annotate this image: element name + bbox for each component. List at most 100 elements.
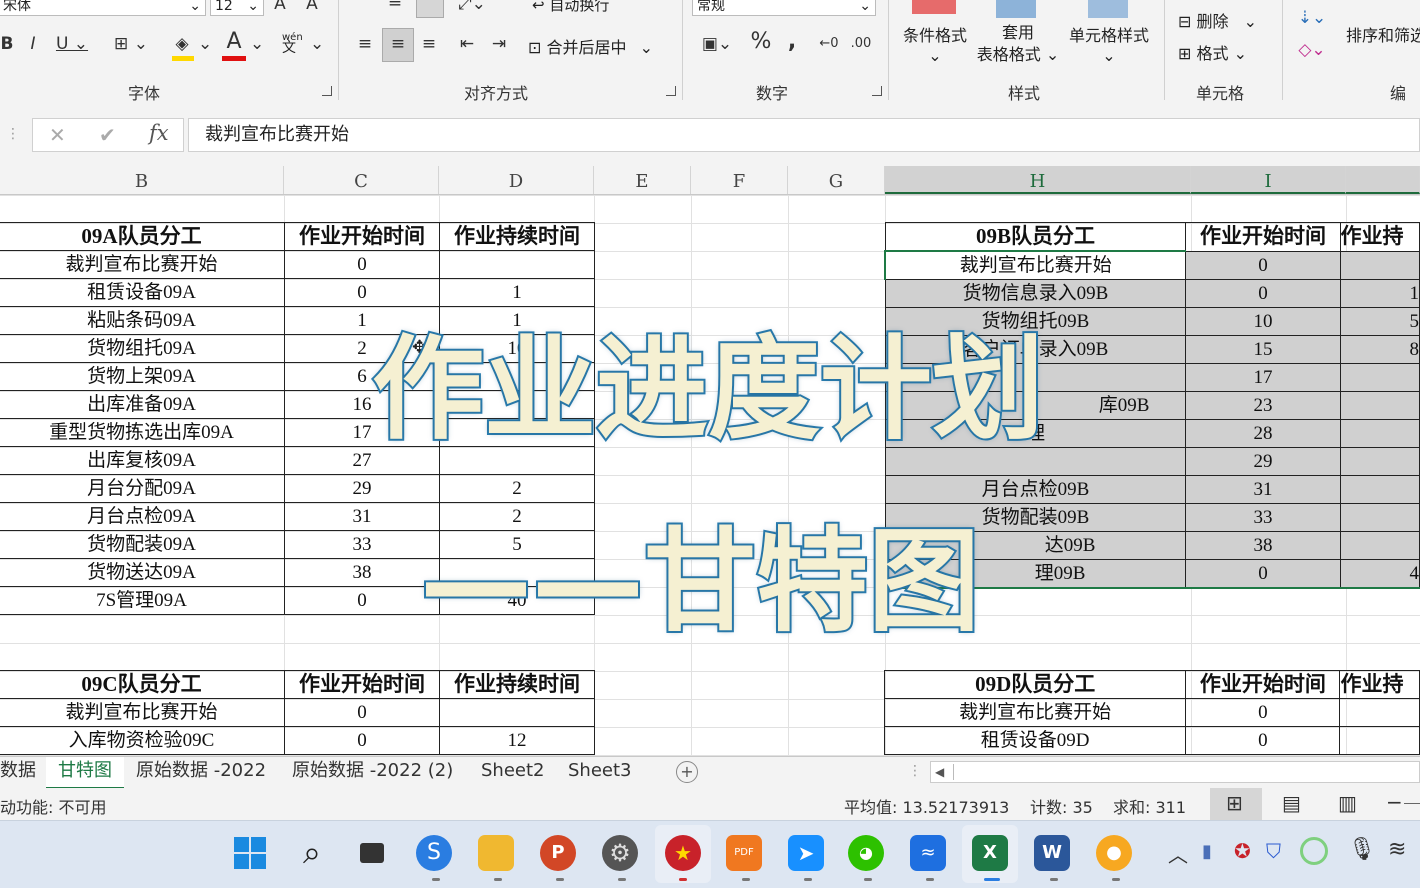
cell[interactable]: 月台点检09B xyxy=(884,475,1187,504)
header-cell[interactable]: 09C队员分工 xyxy=(0,670,285,699)
normal-view-button[interactable]: ⊞ xyxy=(1210,788,1262,820)
header-cell[interactable]: 作业持 xyxy=(1339,222,1420,252)
header-cell[interactable]: 作业持续时间 xyxy=(439,670,595,699)
header-cell[interactable]: 作业开始时间 xyxy=(284,222,440,251)
header-cell[interactable]: 09A队员分工 xyxy=(0,222,285,251)
cell[interactable]: 货物信息录入09B xyxy=(884,279,1187,308)
usb-tray-icon[interactable]: ▮ xyxy=(1202,841,1212,862)
cell[interactable]: 0 xyxy=(284,586,440,615)
header-cell[interactable]: 作业持续时间 xyxy=(439,222,595,251)
cell[interactable]: 粘贴条码09A xyxy=(0,306,285,335)
cell[interactable]: 15 xyxy=(1185,335,1341,364)
cell[interactable]: 28 xyxy=(1185,419,1341,448)
cell[interactable] xyxy=(1339,531,1420,560)
cell[interactable]: 38 xyxy=(1185,531,1341,560)
recorder-app-icon[interactable]: ● xyxy=(1096,835,1132,871)
cell[interactable]: 0 xyxy=(284,250,440,279)
cell[interactable]: 8 xyxy=(1339,335,1420,364)
zoom-slider[interactable] xyxy=(1404,803,1420,804)
percent-icon[interactable]: % xyxy=(748,30,774,54)
powerpoint-icon[interactable]: P xyxy=(540,835,576,871)
feishu-icon[interactable]: ➤ xyxy=(788,835,824,871)
fill-color-button[interactable]: ◈ ⌄ xyxy=(170,30,214,61)
grow-font-icon[interactable]: A xyxy=(268,0,292,16)
insert-function-icon[interactable]: fx xyxy=(149,121,169,145)
bold-icon[interactable]: B xyxy=(0,32,14,56)
align-top-icon[interactable]: ≡ xyxy=(382,0,408,14)
column-header-e[interactable]: E xyxy=(594,166,691,194)
comma-style-icon[interactable]: , xyxy=(782,30,802,54)
cell[interactable]: 0 xyxy=(284,278,440,307)
cell[interactable]: 0 xyxy=(1185,698,1341,727)
cell[interactable]: 7S管理09A xyxy=(0,586,285,615)
cell[interactable]: 5 xyxy=(1339,307,1420,336)
tab-split-grip-icon[interactable]: ⋮ xyxy=(908,763,922,779)
worksheet-grid[interactable]: 09A队员分工 作业开始时间 作业持续时间 裁判宣布比赛开始 0 租赁设备09A 0 1 … xyxy=(0,195,1420,756)
tencent-meeting-icon[interactable]: ≈ xyxy=(910,835,946,871)
tab-sheet2[interactable]: Sheet2 xyxy=(481,757,545,787)
cell[interactable]: 1 xyxy=(439,278,595,307)
scrollbar-thumb[interactable] xyxy=(953,764,1414,780)
italic-icon[interactable]: I xyxy=(22,32,44,56)
column-header-f[interactable]: F xyxy=(691,166,788,194)
header-cell[interactable]: 作业开始时间 xyxy=(284,670,440,699)
font-dialog-launcher-icon[interactable] xyxy=(322,86,332,96)
cell[interactable]: 29 xyxy=(284,474,440,503)
align-middle-icon[interactable] xyxy=(416,0,444,18)
cell[interactable] xyxy=(1339,726,1420,755)
column-header-b[interactable]: B xyxy=(0,166,284,194)
font-color-button[interactable]: A ⌄ xyxy=(220,30,266,61)
emblem-app-icon[interactable]: ★ xyxy=(665,835,701,871)
cell[interactable]: 0 xyxy=(284,726,440,755)
cell[interactable]: 0 xyxy=(1185,279,1341,308)
pdf-app-icon[interactable]: PDF xyxy=(726,835,762,871)
column-header-i[interactable]: I xyxy=(1191,166,1346,194)
column-header-h[interactable]: H xyxy=(885,166,1191,194)
cell[interactable]: 月台点检09A xyxy=(0,502,285,531)
scroll-left-icon[interactable]: ◀ xyxy=(935,762,944,782)
page-layout-view-icon[interactable]: ▤ xyxy=(1282,791,1301,815)
cell[interactable]: 租赁设备09D xyxy=(883,726,1187,755)
accounting-format-icon[interactable]: ▣⌄ xyxy=(696,32,738,56)
sync-tray-icon[interactable] xyxy=(1300,837,1328,865)
search-icon[interactable]: ⌕ xyxy=(294,835,330,871)
cell[interactable]: 0 xyxy=(1185,726,1341,755)
cell[interactable]: 0 xyxy=(1185,250,1341,280)
merge-center-button[interactable]: ⊡ 合并后居中 ⌄ xyxy=(528,34,653,58)
zoom-out-icon[interactable]: − xyxy=(1386,790,1403,814)
column-header-j[interactable] xyxy=(1346,166,1420,194)
cell[interactable]: 29 xyxy=(1185,447,1341,476)
cell[interactable]: 1 xyxy=(1339,279,1420,308)
cell[interactable] xyxy=(1339,363,1420,392)
header-cell[interactable]: 作业开始时间 xyxy=(1185,670,1341,699)
header-cell[interactable]: 09D队员分工 xyxy=(883,670,1187,699)
tab-gantt[interactable]: 甘特图 xyxy=(46,757,124,790)
cancel-icon[interactable]: ✕ xyxy=(49,123,66,147)
page-break-view-icon[interactable]: ▥ xyxy=(1338,791,1357,815)
enter-icon[interactable]: ✔ xyxy=(99,123,116,147)
wifi-icon[interactable]: ≋ xyxy=(1388,837,1406,862)
shrink-font-icon[interactable]: A xyxy=(300,0,324,16)
cell[interactable] xyxy=(439,250,595,279)
cell[interactable]: 出库准备09A xyxy=(0,390,285,419)
chevron-down-icon[interactable]: ⌄ xyxy=(247,0,259,17)
task-view-icon[interactable] xyxy=(354,835,390,871)
increase-indent-icon[interactable]: ⇥ xyxy=(486,32,512,56)
microphone-icon[interactable]: 🎙 xyxy=(1348,837,1376,862)
windows-start-icon[interactable] xyxy=(232,835,268,871)
header-cell[interactable]: 09B队员分工 xyxy=(884,222,1187,252)
cell[interactable]: 出库复核09A xyxy=(0,446,285,475)
header-cell[interactable]: 作业持 xyxy=(1339,670,1420,699)
horizontal-scrollbar[interactable]: ◀ xyxy=(930,761,1420,783)
cell-style-button[interactable]: 单元格样式 ⌄ xyxy=(1064,22,1154,65)
cell[interactable]: 33 xyxy=(1185,503,1341,532)
cell[interactable]: 23 xyxy=(1185,391,1341,420)
cell[interactable] xyxy=(1339,503,1420,532)
cell[interactable] xyxy=(1339,419,1420,448)
number-format-box[interactable]: 常规 ⌄ xyxy=(692,0,876,16)
underline-icon[interactable]: U ⌄ xyxy=(52,32,92,56)
formula-input[interactable]: 裁判宣布比赛开始 xyxy=(188,118,1420,152)
cell[interactable]: 12 xyxy=(439,726,595,755)
column-header-d[interactable]: D xyxy=(439,166,594,194)
cell[interactable] xyxy=(1339,698,1420,727)
